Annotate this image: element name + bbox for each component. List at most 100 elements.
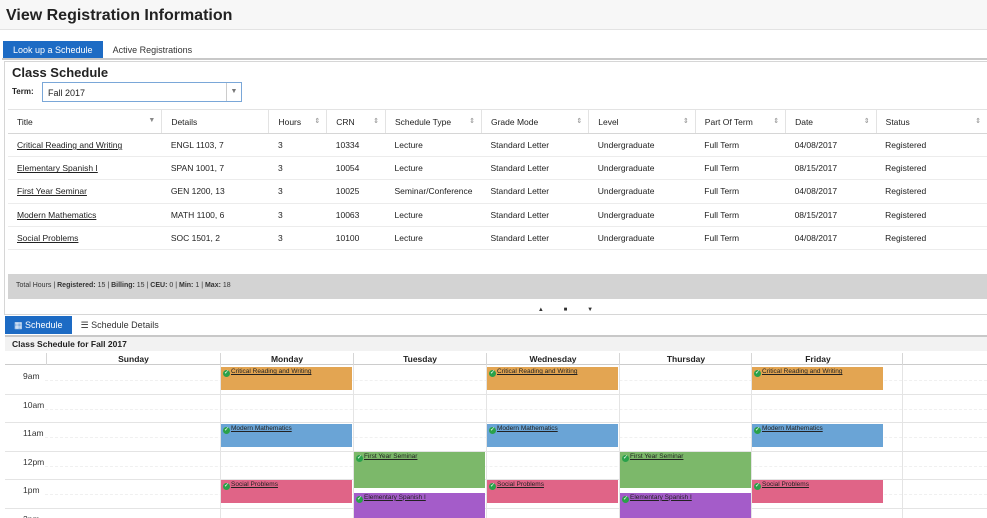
collapse-up-icon[interactable]: ▲ (538, 307, 544, 315)
event-title[interactable]: Critical Reading and Writing (497, 368, 577, 375)
table-cell: 3 (268, 226, 327, 250)
chevron-down-icon[interactable]: ▼ (226, 83, 241, 101)
sort-icon[interactable]: ⇕ (864, 117, 870, 125)
calendar-event[interactable]: ✓ Elementary Spanish I (620, 492, 751, 518)
expand-down-icon[interactable]: ▼ (587, 307, 593, 315)
table-cell[interactable]: Elementary Spanish I (8, 156, 162, 181)
calendar-event[interactable]: ✓ Social Problems (487, 480, 618, 503)
event-title[interactable]: Critical Reading and Writing (762, 368, 842, 375)
column-header-hours[interactable]: Hours ⇕ (268, 109, 328, 134)
column-header-title[interactable]: Title ▼ (8, 109, 163, 134)
calendar-event[interactable]: ✓ Modern Mathematics (487, 424, 618, 447)
table-cell: Lecture (385, 133, 482, 158)
sort-icon[interactable]: ⇕ (773, 117, 779, 125)
column-header-schedule-type[interactable]: Schedule Type ⇕ (385, 109, 482, 134)
table-cell: Standard Letter (481, 179, 589, 204)
course-title-link[interactable]: Modern Mathematics (17, 210, 96, 220)
calendar-event[interactable]: ✓ Social Problems (752, 480, 883, 503)
event-title[interactable]: Modern Mathematics (497, 425, 558, 432)
sort-icon[interactable]: ⇕ (975, 117, 981, 125)
calendar-event[interactable]: ✓ Critical Reading and Writing (487, 367, 618, 390)
table-cell: 04/08/2017 (785, 179, 877, 204)
event-title[interactable]: Modern Mathematics (231, 425, 292, 432)
table-cell: 3 (268, 133, 327, 158)
check-icon: ✓ (489, 370, 496, 377)
table-cell: 08/15/2017 (785, 203, 877, 227)
table-cell: 08/15/2017 (785, 156, 877, 181)
registered-value: 15 (97, 282, 106, 289)
check-icon: ✓ (356, 495, 363, 503)
event-title[interactable]: Elementary Spanish I (364, 494, 426, 501)
column-header-status[interactable]: Status ⇕ (876, 109, 987, 134)
table-cell[interactable]: First Year Seminar (8, 179, 162, 204)
calendar-event[interactable]: ✓ Critical Reading and Writing (752, 367, 883, 390)
billing-label: Billing: (111, 282, 135, 289)
table-cell: Undergraduate (588, 203, 696, 227)
check-icon: ✓ (223, 370, 230, 377)
calendar-event[interactable]: ✓ First Year Seminar (620, 451, 751, 488)
hour-label: 12pm (23, 456, 45, 467)
calendar-event[interactable]: ✓ Modern Mathematics (221, 424, 352, 447)
course-title-link[interactable]: Critical Reading and Writing (17, 140, 122, 150)
table-cell: Standard Letter (481, 203, 589, 227)
table-cell: Full Term (695, 133, 786, 158)
panel-splitter[interactable]: ▲ ■ ▼ (528, 307, 603, 315)
splitter-handle-icon[interactable]: ■ (564, 307, 568, 315)
table-cell[interactable]: Modern Mathematics (8, 203, 162, 227)
column-header-part-of-term[interactable]: Part Of Term ⇕ (695, 109, 787, 134)
event-title[interactable]: Social Problems (231, 481, 278, 488)
check-icon: ✓ (622, 495, 629, 503)
event-title[interactable]: First Year Seminar (630, 453, 683, 460)
column-header-level[interactable]: Level ⇕ (588, 109, 696, 134)
table-cell: Undergraduate (588, 226, 696, 250)
course-title-link[interactable]: First Year Seminar (17, 186, 87, 196)
table-cell: Registered (876, 226, 987, 250)
check-icon: ✓ (489, 427, 496, 434)
hour-label: 9am (23, 371, 40, 381)
term-label: Term: (12, 87, 34, 96)
event-title[interactable]: Elementary Spanish I (630, 494, 692, 501)
calendar-event[interactable]: ✓ Critical Reading and Writing (221, 367, 352, 390)
table-cell: Registered (876, 179, 987, 204)
calendar-event[interactable]: ✓ First Year Seminar (354, 451, 485, 488)
column-header-date[interactable]: Date ⇕ (785, 109, 877, 134)
event-title[interactable]: Critical Reading and Writing (231, 368, 311, 375)
day-header-wednesday: Wednesday (486, 353, 619, 365)
event-title[interactable]: First Year Seminar (364, 453, 417, 460)
calendar-event[interactable]: ✓ Modern Mathematics (752, 424, 883, 447)
tab-schedule-details[interactable]: ☰ Schedule Details (72, 316, 168, 334)
sort-icon[interactable]: ▼ (148, 117, 155, 124)
table-cell: 3 (268, 156, 327, 181)
column-header-grade-mode[interactable]: Grade Mode ⇕ (481, 109, 590, 134)
table-cell: Standard Letter (481, 133, 589, 158)
column-header-crn[interactable]: CRN ⇕ (326, 109, 387, 134)
event-title[interactable]: Modern Mathematics (762, 425, 823, 432)
event-title[interactable]: Social Problems (497, 481, 544, 488)
table-cell[interactable]: Social Problems (8, 226, 162, 250)
min-label: Min: (179, 282, 194, 289)
table-cell[interactable]: Critical Reading and Writing (8, 133, 162, 158)
column-header-details[interactable]: Details (161, 109, 270, 134)
calendar-event[interactable]: ✓ Social Problems (221, 480, 352, 503)
billing-value: 15 (136, 282, 145, 289)
hour-row: 2pm (5, 509, 987, 518)
tab-schedule[interactable]: ▦ Schedule (5, 316, 72, 334)
column-header-label: Schedule Type (395, 116, 452, 127)
table-row: Elementary Spanish I SPAN 1001, 7 3 10054 Le… (8, 156, 987, 181)
course-title-link[interactable]: Elementary Spanish I (17, 163, 98, 173)
tab-look-up-schedule[interactable]: Look up a Schedule (3, 41, 103, 58)
term-select[interactable]: Fall 2017 ▼ (42, 82, 242, 102)
hour-label: 10am (23, 399, 45, 410)
page-title: View Registration Information (6, 7, 233, 24)
sort-icon[interactable]: ⇕ (314, 117, 320, 125)
sort-icon[interactable]: ⇕ (469, 117, 475, 125)
event-title[interactable]: Social Problems (762, 481, 809, 488)
table-cell: MATH 1100, 6 (161, 203, 269, 227)
course-title-link[interactable]: Social Problems (17, 233, 78, 243)
sort-icon[interactable]: ⇕ (576, 117, 582, 125)
sort-icon[interactable]: ⇕ (373, 117, 379, 125)
class-schedule-title: Class Schedule (12, 65, 109, 80)
sort-icon[interactable]: ⇕ (683, 117, 689, 125)
calendar-event[interactable]: ✓ Elementary Spanish I (354, 492, 485, 518)
tab-active-registrations[interactable]: Active Registrations (103, 41, 203, 58)
